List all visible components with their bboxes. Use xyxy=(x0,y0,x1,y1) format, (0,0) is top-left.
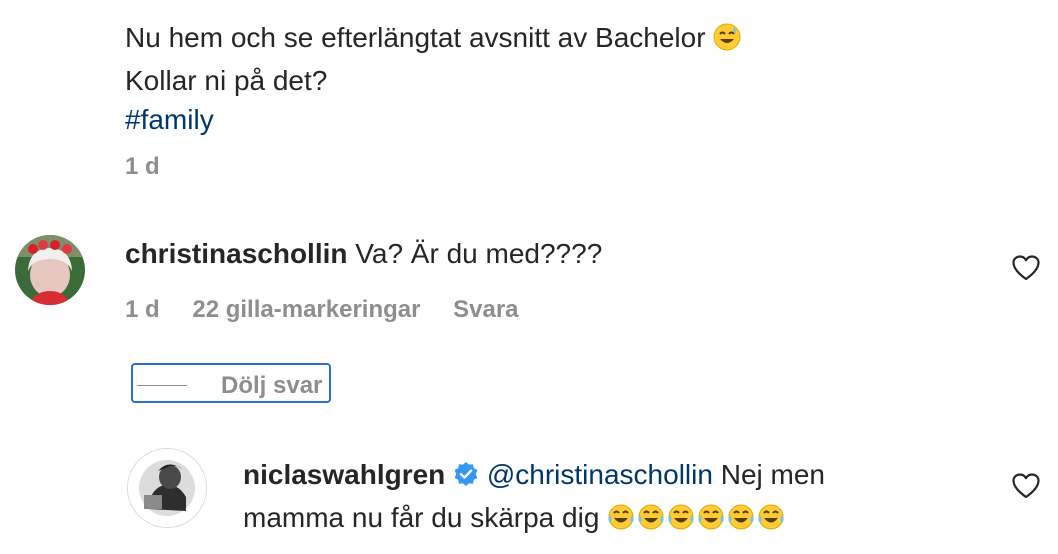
reply-button[interactable]: Svara xyxy=(453,296,518,323)
comment-meta: 1 d 22 gilla-markeringar Svara xyxy=(125,296,519,324)
replies-divider-line xyxy=(137,385,187,386)
christinaschollin-avatar[interactable] xyxy=(15,235,85,305)
comment-text: Va? Är du med???? xyxy=(355,238,603,269)
reply-text-part2: mamma nu får du skärpa dig xyxy=(243,502,600,533)
post-caption: Nu hem och se efterlängtat avsnitt av Ba… xyxy=(125,18,741,139)
reply-body: niclaswahlgren @christinaschollin Nej me… xyxy=(243,455,1003,542)
post-timestamp: 1 d xyxy=(125,153,160,180)
tears-of-joy-emoji-icon xyxy=(607,502,787,542)
hide-replies-button[interactable]: Dölj svar xyxy=(131,363,331,403)
reply-username[interactable]: niclaswahlgren xyxy=(243,459,445,490)
sweat-smile-emoji-icon xyxy=(713,22,741,61)
comment-body: christinaschollin Va? Är du med???? xyxy=(125,238,602,270)
comment-username[interactable]: christinaschollin xyxy=(125,238,348,269)
verified-badge-icon xyxy=(453,458,479,498)
caption-line-2: Kollar ni på det? xyxy=(125,65,328,96)
reply-mention-link[interactable]: @christinaschollin xyxy=(487,459,713,490)
caption-line-1: Nu hem och se efterlängtat avsnitt av Ba… xyxy=(125,18,741,61)
reply-text-part1: Nej men xyxy=(720,459,825,490)
hide-replies-label: Dölj svar xyxy=(221,372,323,399)
reply-like-heart-icon[interactable] xyxy=(1012,473,1040,504)
hashtag-link[interactable]: #family xyxy=(125,104,214,135)
comment-like-heart-icon[interactable] xyxy=(1012,255,1040,286)
comment-likes-link[interactable]: 22 gilla-markeringar xyxy=(192,296,420,323)
niclaswahlgren-avatar[interactable] xyxy=(127,448,207,528)
comment-timestamp: 1 d xyxy=(125,296,160,323)
caption-text-1: Nu hem och se efterlängtat avsnitt av Ba… xyxy=(125,22,706,53)
